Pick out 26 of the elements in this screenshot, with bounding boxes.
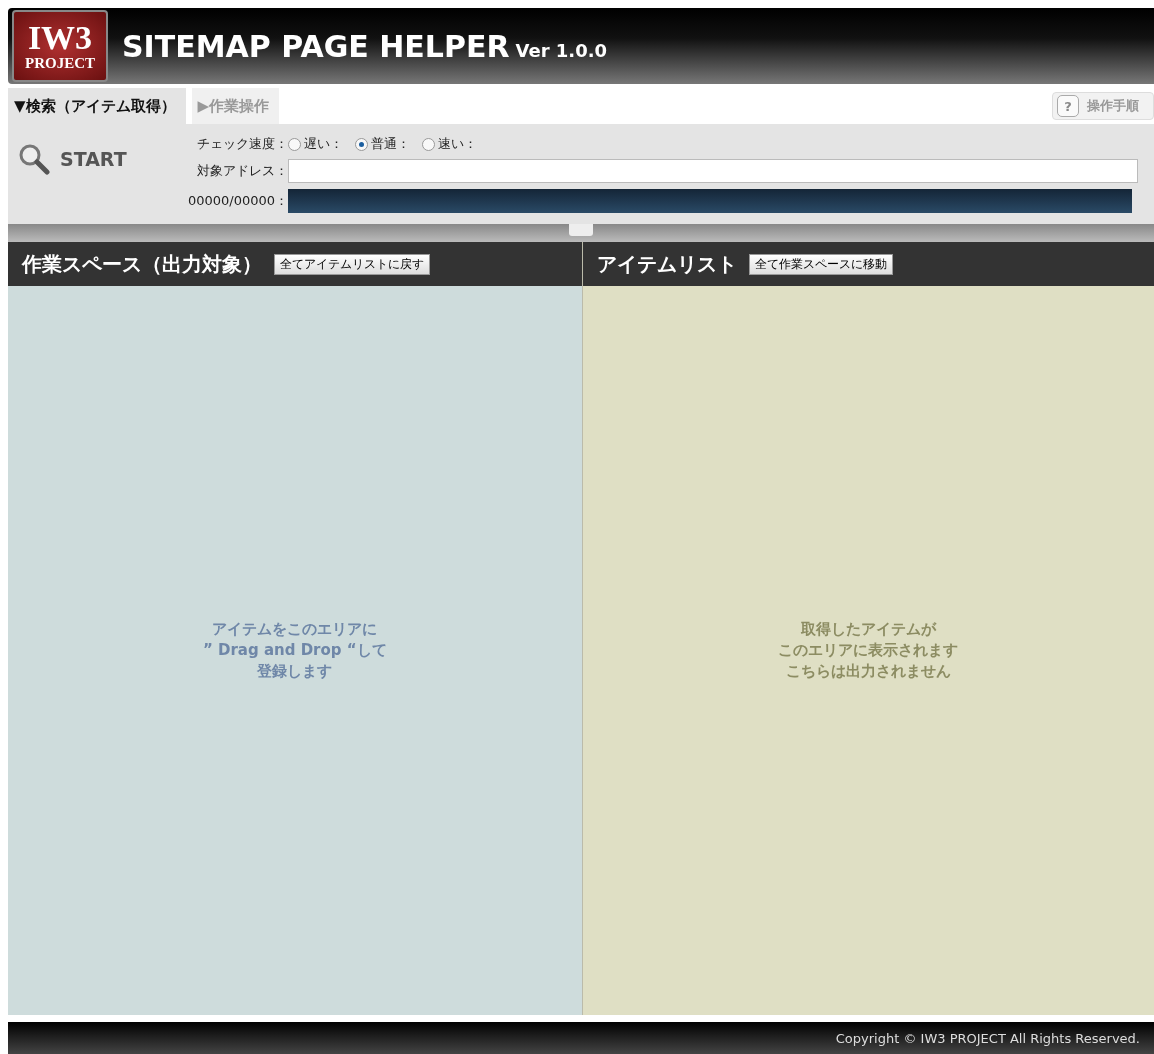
progress-label: 00000/00000： <box>188 192 289 210</box>
panel-title: 作業スペース（出力対象） <box>22 250 262 278</box>
help-button[interactable]: ? 操作手順 <box>1052 92 1154 120</box>
move-all-button[interactable]: 全てアイテムリストに戻す <box>274 253 430 275</box>
radio-button[interactable] <box>288 137 302 151</box>
search-icon <box>18 143 50 175</box>
address-field[interactable] <box>288 159 1138 183</box>
splitter-handle[interactable] <box>569 224 593 236</box>
panel-title: アイテムリスト <box>596 250 737 278</box>
version-label: Ver 1.0.0 <box>515 39 608 61</box>
radio-button[interactable] <box>355 137 369 151</box>
tab[interactable]: ▼検索（アイテム取得） <box>8 88 186 124</box>
speed-option[interactable]: 普通： <box>355 135 411 153</box>
speed-option[interactable]: 速い： <box>422 135 478 153</box>
question-icon: ? <box>1057 95 1079 117</box>
app-title: SITEMAP PAGE HELPER <box>122 28 510 64</box>
radio-button[interactable] <box>422 137 436 151</box>
start-button[interactable]: START <box>8 124 188 194</box>
copyright-text: Copyright © IW3 PROJECT All Rights Reserved. <box>835 1030 1140 1046</box>
speed-label: チェック速度： <box>196 135 289 153</box>
move-all-button[interactable]: 全て作業スペースに移動 <box>748 253 893 275</box>
address-label: 対象アドレス： <box>196 162 289 180</box>
speed-option[interactable]: 遅い： <box>288 135 344 153</box>
placeholder-text: アイテムをこのエリアに ” Drag and Drop “して 登録します <box>202 619 387 682</box>
logo: IW3 PROJECT <box>12 10 108 82</box>
placeholder-text: 取得したアイテムが このエリアに表示されます こちらは出力されません <box>778 619 959 682</box>
